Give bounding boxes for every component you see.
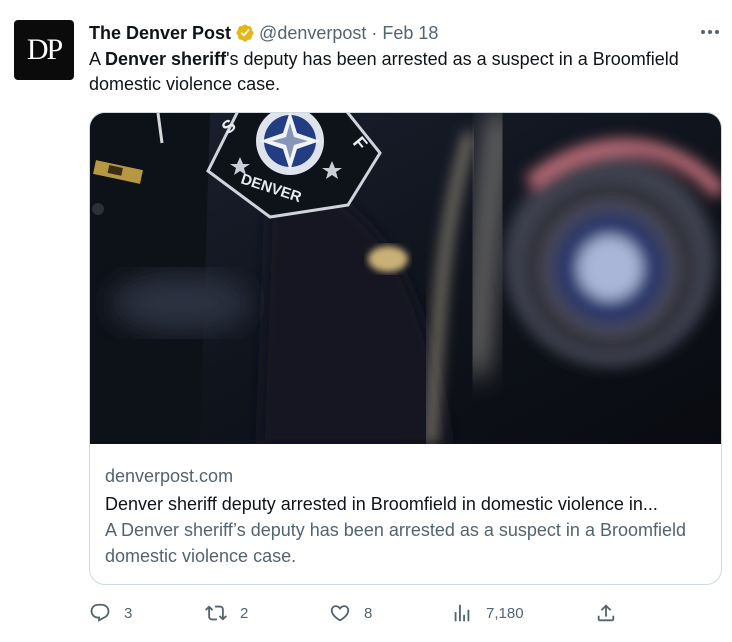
link-card[interactable]: S F DENVER denverpost.com Denver sheriff…: [89, 112, 722, 585]
like-count: 8: [364, 604, 373, 622]
share-button[interactable]: [595, 600, 617, 626]
like-icon: [330, 605, 350, 622]
retweet-button[interactable]: 2: [205, 600, 248, 626]
share-icon: [597, 604, 615, 622]
retweet-icon: [205, 605, 227, 621]
reply-button[interactable]: 3: [89, 600, 132, 626]
action-bar: 3 2 8 7,180: [89, 600, 723, 626]
card-image[interactable]: S F DENVER: [90, 113, 722, 444]
views-count: 7,180: [486, 604, 524, 622]
retweet-count: 2: [240, 604, 249, 622]
header-separator: ·: [371, 22, 378, 43]
card-domain[interactable]: denverpost.com: [105, 463, 706, 489]
tweet-text: A Denver sheriff's deputy has been arres…: [89, 47, 723, 97]
tweet-header: The Denver Post @denverpost · Feb 18: [89, 21, 438, 45]
like-button[interactable]: 8: [329, 600, 372, 626]
verified-badge-icon: [236, 24, 254, 42]
tweet[interactable]: DP The Denver Post @denverpost · Feb 18 …: [0, 0, 732, 642]
tweet-date[interactable]: Feb 18: [382, 23, 438, 44]
card-title[interactable]: Denver sheriff deputy arrested in Broomf…: [105, 491, 706, 517]
avatar[interactable]: DP: [14, 20, 74, 80]
author-name[interactable]: The Denver Post: [89, 23, 231, 44]
author-handle[interactable]: @denverpost: [259, 23, 366, 44]
card-body: denverpost.com Denver sheriff deputy arr…: [90, 450, 721, 569]
avatar-logo-text: DP: [26, 33, 63, 66]
tweet-text-pre: A: [89, 49, 106, 69]
tweet-text-bold: Denver sheriff: [105, 49, 227, 69]
views-button[interactable]: 7,180: [451, 600, 524, 626]
more-icon[interactable]: [698, 22, 722, 42]
card-description: A Denver sheriff’s deputy has been arres…: [105, 520, 686, 566]
views-icon: [454, 604, 470, 622]
reply-count: 3: [124, 604, 133, 622]
reply-icon: [90, 603, 110, 622]
